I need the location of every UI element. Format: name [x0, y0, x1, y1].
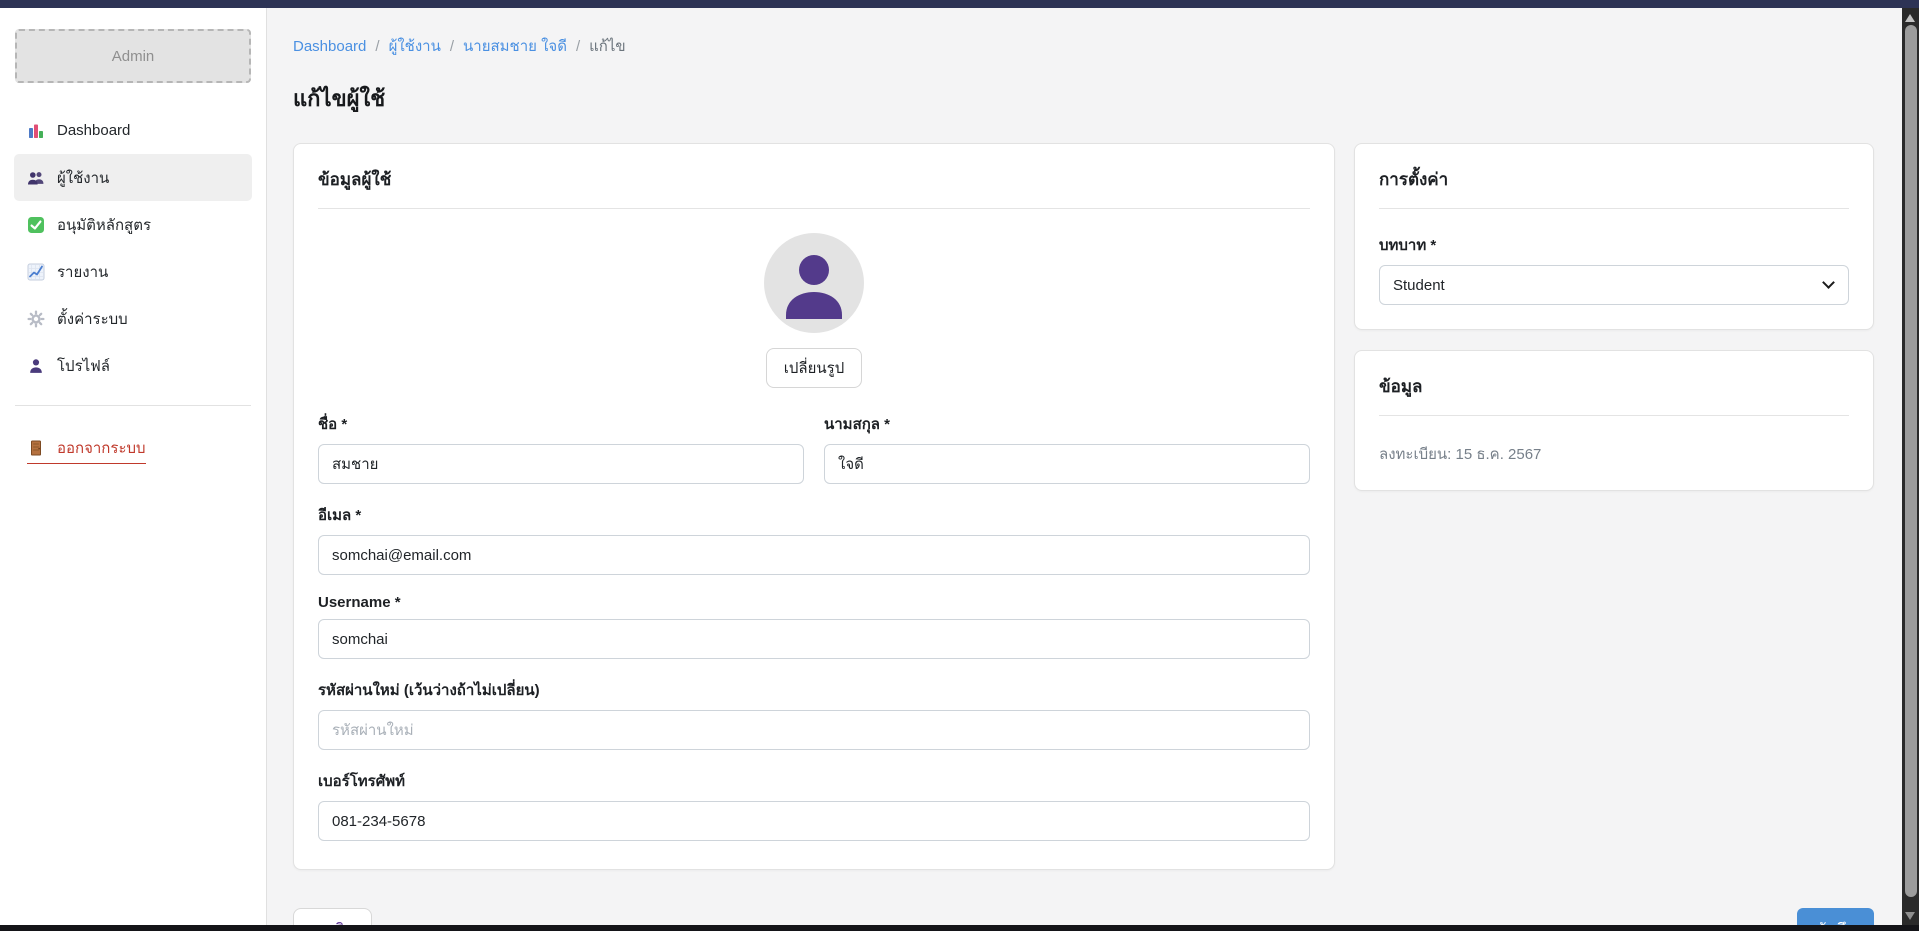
- breadcrumb-current: แก้ไข: [589, 34, 626, 58]
- person-icon: [27, 357, 45, 375]
- sidebar-divider: [15, 405, 251, 406]
- line-chart-icon: [27, 263, 45, 281]
- sidebar: Admin Dashboard ผู้ใช้งาน อนุมัติหลักสูต…: [0, 8, 267, 925]
- info-card: ข้อมูล ลงทะเบียน: 15 ธ.ค. 2567: [1354, 350, 1874, 491]
- email-label: อีเมล *: [318, 503, 1310, 527]
- check-icon: [27, 216, 45, 234]
- first-name-field[interactable]: [318, 444, 804, 484]
- user-info-card-title: ข้อมูลผู้ใช้: [294, 144, 1334, 208]
- logout-label: ออกจากระบบ: [57, 436, 146, 460]
- page-title: แก้ไขผู้ใช้: [293, 81, 1874, 116]
- scrollbar-up-arrow-icon[interactable]: [1905, 14, 1915, 22]
- vertical-scrollbar[interactable]: [1902, 8, 1919, 931]
- app-logo-label: Admin: [112, 48, 155, 65]
- top-accent-bar: [0, 0, 1919, 8]
- sidebar-item-profile[interactable]: โปรไฟล์: [14, 342, 252, 389]
- user-info-card: ข้อมูลผู้ใช้ เปลี่ยนรูป ชื่อ *: [293, 143, 1335, 870]
- sidebar-item-dashboard[interactable]: Dashboard: [14, 107, 252, 154]
- bar-chart-icon: [27, 122, 45, 140]
- door-icon: [27, 439, 45, 457]
- avatar: [764, 233, 864, 333]
- scrollbar-down-arrow-icon[interactable]: [1905, 912, 1915, 920]
- role-label: บทบาท *: [1379, 233, 1849, 257]
- breadcrumb-separator: /: [375, 38, 379, 55]
- sidebar-item-approve-courses[interactable]: อนุมัติหลักสูตร: [14, 201, 252, 248]
- users-icon: [27, 169, 45, 187]
- sidebar-nav: Dashboard ผู้ใช้งาน อนุมัติหลักสูตร รายง…: [0, 107, 266, 389]
- scrollbar-thumb[interactable]: [1905, 25, 1917, 897]
- settings-card: การตั้งค่า บทบาท * Student: [1354, 143, 1874, 330]
- breadcrumb-link-users[interactable]: ผู้ใช้งาน: [389, 34, 441, 58]
- right-column: การตั้งค่า บทบาท * Student ข้อมูล: [1354, 143, 1874, 491]
- sidebar-item-label: อนุมัติหลักสูตร: [57, 213, 151, 237]
- sidebar-item-label: ตั้งค่าระบบ: [57, 307, 128, 331]
- sidebar-item-reports[interactable]: รายงาน: [14, 248, 252, 295]
- sidebar-item-users[interactable]: ผู้ใช้งาน: [14, 154, 252, 201]
- breadcrumb-separator: /: [576, 38, 580, 55]
- breadcrumb-link-user-name[interactable]: นายสมชาย ใจดี: [463, 34, 567, 58]
- app-logo: Admin: [15, 29, 251, 83]
- cancel-button[interactable]: ยกเลิก: [293, 908, 372, 925]
- email-field[interactable]: [318, 535, 1310, 575]
- new-password-field[interactable]: [318, 710, 1310, 750]
- bottom-bar: [0, 925, 1919, 931]
- phone-label: เบอร์โทรศัพท์: [318, 769, 1310, 793]
- sidebar-item-label: Dashboard: [57, 122, 130, 139]
- breadcrumb-link-dashboard[interactable]: Dashboard: [293, 38, 366, 55]
- sidebar-item-label: โปรไฟล์: [57, 354, 110, 378]
- last-name-field[interactable]: [824, 444, 1310, 484]
- sidebar-item-system-settings[interactable]: ตั้งค่าระบบ: [14, 295, 252, 342]
- gear-icon: [27, 310, 45, 328]
- sidebar-item-label: ผู้ใช้งาน: [57, 166, 109, 190]
- role-select[interactable]: Student: [1379, 265, 1849, 305]
- new-password-label: รหัสผ่านใหม่ (เว้นว่างถ้าไม่เปลี่ยน): [318, 678, 1310, 702]
- username-field[interactable]: [318, 619, 1310, 659]
- username-label: Username *: [318, 594, 1310, 611]
- registered-date-text: ลงทะเบียน: 15 ธ.ค. 2567: [1379, 440, 1849, 466]
- last-name-label: นามสกุล *: [824, 412, 1310, 436]
- save-button[interactable]: บันทึก: [1797, 908, 1874, 925]
- breadcrumb: Dashboard / ผู้ใช้งาน / นายสมชาย ใจดี / …: [293, 34, 1874, 58]
- main-content: Dashboard / ผู้ใช้งาน / นายสมชาย ใจดี / …: [267, 8, 1919, 925]
- info-card-title: ข้อมูล: [1355, 351, 1873, 415]
- first-name-label: ชื่อ *: [318, 412, 804, 436]
- change-photo-button[interactable]: เปลี่ยนรูป: [766, 348, 862, 388]
- breadcrumb-separator: /: [450, 38, 454, 55]
- sidebar-item-label: รายงาน: [57, 260, 108, 284]
- phone-field[interactable]: [318, 801, 1310, 841]
- settings-card-title: การตั้งค่า: [1355, 144, 1873, 208]
- logout-link[interactable]: ออกจากระบบ: [27, 436, 146, 464]
